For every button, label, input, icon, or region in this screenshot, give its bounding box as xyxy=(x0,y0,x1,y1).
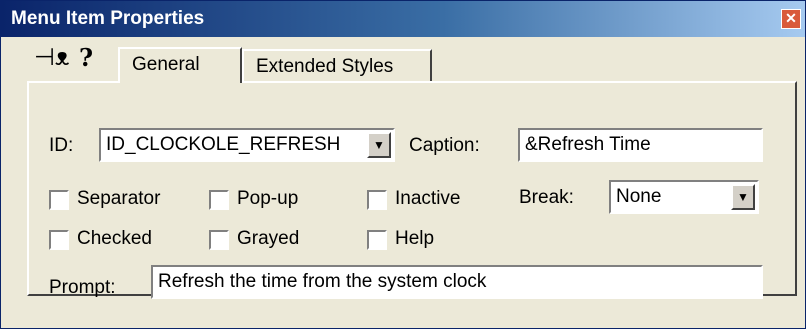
general-panel: ID: ID_CLOCKOLE_REFRESH ▼ Caption: &Refr… xyxy=(27,81,797,299)
separator-label: Separator xyxy=(77,188,161,209)
prompt-input[interactable]: Refresh the time from the system clock xyxy=(151,265,763,299)
break-select[interactable]: None ▼ xyxy=(609,180,759,214)
tab-general-label: General xyxy=(132,54,200,75)
close-icon: ✕ xyxy=(785,10,797,26)
caption-input[interactable]: &Refresh Time xyxy=(518,128,763,162)
close-button[interactable]: ✕ xyxy=(781,9,801,29)
popup-label: Pop-up xyxy=(237,188,299,209)
inactive-label: Inactive xyxy=(395,188,461,209)
id-dropdown-button[interactable]: ▼ xyxy=(367,132,391,158)
caption-label: Caption: xyxy=(409,135,480,156)
chevron-down-icon: ▼ xyxy=(373,138,385,152)
separator-checkbox[interactable] xyxy=(49,190,69,210)
title-bar: Menu Item Properties ✕ xyxy=(1,1,805,37)
popup-checkbox[interactable] xyxy=(209,190,229,210)
tab-general[interactable]: General xyxy=(118,47,242,83)
id-value: ID_CLOCKOLE_REFRESH xyxy=(106,134,341,155)
tab-row: ⊣ᴥ ? General Extended Styles xyxy=(1,37,805,83)
checked-checkbox[interactable] xyxy=(49,230,69,250)
break-label: Break: xyxy=(519,187,574,208)
help-checkbox[interactable] xyxy=(367,230,387,250)
chevron-down-icon: ▼ xyxy=(737,190,749,204)
inactive-checkbox[interactable] xyxy=(367,190,387,210)
help-label: Help xyxy=(395,228,435,249)
id-combobox[interactable]: ID_CLOCKOLE_REFRESH ▼ xyxy=(99,128,395,162)
checked-label: Checked xyxy=(77,228,152,249)
help-icon[interactable]: ? xyxy=(79,43,93,72)
push-pin-icon[interactable]: ⊣ᴥ xyxy=(34,43,69,72)
window-title: Menu Item Properties xyxy=(11,8,205,29)
grayed-label: Grayed xyxy=(237,228,300,249)
grayed-checkbox[interactable] xyxy=(209,230,229,250)
prompt-value: Refresh the time from the system clock xyxy=(158,271,487,292)
menu-item-properties-dialog: Menu Item Properties ✕ ⊣ᴥ ? General Exte… xyxy=(0,0,806,329)
caption-value: &Refresh Time xyxy=(525,134,651,155)
break-value: None xyxy=(616,186,662,207)
tab-extended-styles[interactable]: Extended Styles xyxy=(242,49,432,81)
break-dropdown-button[interactable]: ▼ xyxy=(731,184,755,210)
prompt-label: Prompt: xyxy=(49,277,116,298)
tab-extended-styles-label: Extended Styles xyxy=(256,56,394,77)
id-label: ID: xyxy=(49,135,74,156)
